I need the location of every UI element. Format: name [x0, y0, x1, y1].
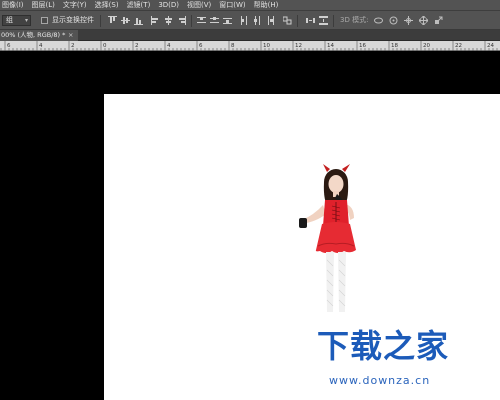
menu-type[interactable]: 文字(Y) [59, 0, 91, 10]
ruler-ticks: 6 4 2 0 2 4 6 8 10 12 14 16 18 20 22 24 [0, 41, 498, 51]
auto-select-target-dropdown[interactable]: 组 ▾ [2, 15, 31, 26]
align-top-edges-icon[interactable] [108, 16, 117, 25]
ruler-label: 2 [71, 43, 75, 49]
auto-align-layers-icon[interactable] [283, 16, 292, 25]
ruler-label: 4 [167, 43, 171, 49]
ruler-label: 22 [455, 43, 462, 49]
menu-help[interactable]: 帮助(H) [250, 0, 283, 10]
separator [191, 15, 192, 27]
distribute-left-icon[interactable] [240, 16, 249, 25]
ruler-label: 20 [423, 43, 430, 49]
close-icon[interactable]: × [68, 30, 73, 41]
ruler-label: 12 [295, 43, 302, 49]
menu-select[interactable]: 选择(S) [91, 0, 123, 10]
distribute-bottom-icon[interactable] [223, 16, 232, 25]
separator [333, 15, 334, 27]
ruler-label: 0 [103, 43, 107, 49]
3d-roll-icon[interactable] [389, 16, 398, 25]
menu-filter[interactable]: 滤镜(T) [123, 0, 155, 10]
distribute-vertical-centers-icon[interactable] [210, 16, 219, 25]
align-right-edges-icon[interactable] [177, 16, 186, 25]
menu-image[interactable]: 图像(I) [0, 0, 28, 10]
align-bottom-edges-icon[interactable] [134, 16, 143, 25]
separator [100, 15, 101, 27]
menu-view[interactable]: 视图(V) [183, 0, 215, 10]
3d-scale-icon[interactable] [434, 16, 443, 25]
3d-slide-icon[interactable] [419, 16, 428, 25]
menu-3d[interactable]: 3D(D) [154, 0, 183, 10]
separator [297, 15, 298, 27]
auto-select-target-value: 组 [6, 16, 13, 24]
ruler-label: 8 [231, 43, 235, 49]
align-vertical-centers-icon[interactable] [121, 16, 130, 25]
document-tab-strip: 00% (人物, RGB/8) * × [0, 30, 500, 41]
ruler-label: 6 [7, 43, 11, 49]
distribute-top-icon[interactable] [197, 16, 206, 25]
menu-bar: 图像(I) 图层(L) 文字(Y) 选择(S) 滤镜(T) 3D(D) 视图(V… [0, 0, 500, 10]
distribute-spacing-icon[interactable] [306, 16, 315, 25]
3d-pan-icon[interactable] [404, 16, 413, 25]
distribute-horizontal-centers-icon[interactable] [253, 16, 262, 25]
ruler-label: 10 [263, 43, 270, 49]
ruler-label: 4 [39, 43, 43, 49]
ruler-label: 16 [359, 43, 366, 49]
show-transform-controls-checkbox[interactable] [41, 17, 48, 24]
ruler-label: 6 [199, 43, 203, 49]
menu-window[interactable]: 窗口(W) [215, 0, 249, 10]
align-left-edges-icon[interactable] [151, 16, 160, 25]
distribute-right-icon[interactable] [266, 16, 275, 25]
distribute-spacing-alt-icon[interactable] [319, 16, 328, 25]
document-tab[interactable]: 00% (人物, RGB/8) * × [0, 30, 78, 41]
3d-mode-label: 3D 模式: [340, 16, 369, 24]
options-bar: 组 ▾ 显示变换控件 3D 模式: [0, 10, 500, 30]
horizontal-ruler[interactable]: 6 4 2 0 2 4 6 8 10 12 14 16 18 20 22 24 [0, 41, 500, 51]
ruler-label: 24 [487, 43, 494, 49]
chevron-down-icon: ▾ [24, 17, 28, 24]
menu-layer[interactable]: 图层(L) [28, 0, 59, 10]
ruler-label: 14 [327, 43, 334, 49]
document-tab-title: 00% (人物, RGB/8) * [1, 31, 66, 39]
watermark-url: www.downza.cn [329, 374, 431, 387]
3d-orbit-icon[interactable] [374, 16, 383, 25]
show-transform-controls-label: 显示变换控件 [52, 16, 94, 24]
watermark-logo: 下载之家 [317, 327, 450, 365]
align-horizontal-centers-icon[interactable] [164, 16, 173, 25]
ruler-label: 18 [391, 43, 398, 49]
ruler-label: 2 [135, 43, 139, 49]
